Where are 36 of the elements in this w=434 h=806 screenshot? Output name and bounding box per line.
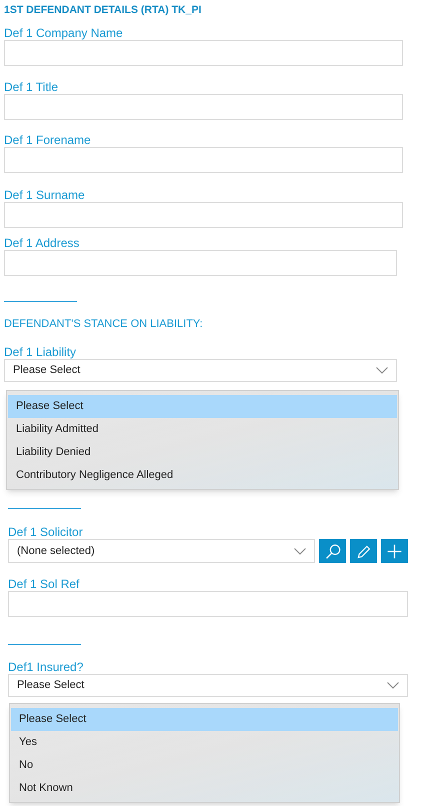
dropdown-option[interactable]: No	[11, 754, 398, 777]
dropdown-select[interactable]: Please Select	[4, 359, 397, 382]
chevron-down-icon	[387, 682, 399, 689]
section-heading: 1ST DEFENDANT DETAILS (RTA) TK_PI	[4, 4, 202, 17]
input-field[interactable]	[8, 591, 408, 617]
edit-button[interactable]	[350, 539, 377, 563]
field-label: Def 1 Sol Ref	[8, 578, 80, 591]
field-label: Def1 Insured?	[8, 661, 84, 674]
dropdown-option[interactable]: Yes	[11, 731, 398, 754]
dropdown-option[interactable]: Liability Admitted	[8, 418, 397, 441]
chevron-down-icon	[294, 548, 306, 554]
input-field[interactable]	[4, 250, 397, 276]
dropdown-select[interactable]: (None selected)	[8, 539, 315, 563]
dropdown-option[interactable]: Please Select	[11, 708, 398, 731]
dropdown-select[interactable]: Please Select	[8, 674, 408, 697]
dropdown-option[interactable]: Not Known	[11, 777, 398, 800]
dropdown-option[interactable]: Please Select	[8, 395, 397, 418]
input-field[interactable]	[4, 202, 403, 228]
input-field[interactable]	[4, 94, 403, 120]
input-field[interactable]	[4, 147, 403, 173]
field-label: Def 1 Company Name	[4, 27, 124, 40]
field-label: Def 1 Forename	[4, 134, 92, 147]
section-subheading: DEFENDANT'S STANCE ON LIABILITY:	[4, 318, 204, 330]
plus-icon	[386, 542, 403, 560]
dropdown-option[interactable]: Liability Denied	[8, 441, 397, 464]
dropdown-option[interactable]: Contributory Negligence Alleged	[8, 464, 397, 487]
search-icon	[324, 542, 341, 560]
add-button[interactable]	[381, 539, 408, 563]
field-label: Def 1 Surname	[4, 189, 86, 202]
field-label: Def 1 Liability	[4, 346, 78, 359]
field-label: Def 1 Title	[4, 81, 60, 94]
field-label: Def 1 Address	[4, 237, 80, 250]
input-field[interactable]	[4, 40, 403, 66]
field-label: Def 1 Solicitor	[8, 526, 84, 539]
chevron-down-icon	[376, 367, 388, 374]
search-button[interactable]	[319, 539, 346, 563]
